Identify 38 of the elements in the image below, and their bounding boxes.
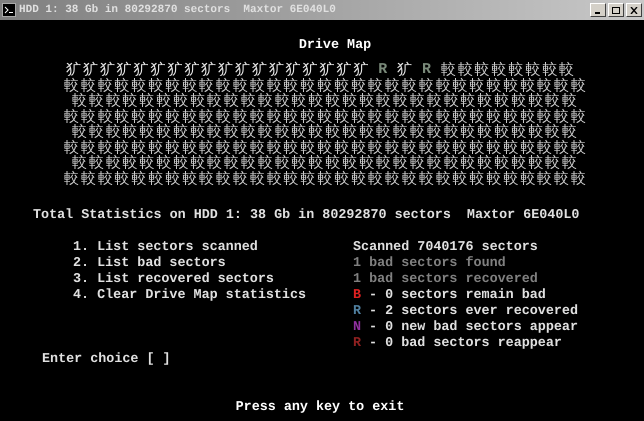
legend-letter: R <box>353 304 362 320</box>
close-button[interactable] <box>626 3 642 17</box>
legend-text: - 0 new bad sectors appear <box>369 320 578 336</box>
menu-option[interactable]: 4. Clear Drive Map statistics <box>73 288 353 304</box>
drive-map-blocks: 較較較較較較較較 <box>440 62 576 78</box>
close-icon <box>630 6 638 14</box>
legend-text: - 2 sectors ever recovered <box>369 304 578 320</box>
window-title: HDD 1: 38 Gb in 80292870 sectors Maxtor 6E040L0 <box>19 2 336 18</box>
drive-map-blocks: 較較較較較較較較較較較較較較較較較較較較較較較較較較較較較較較 <box>64 78 588 93</box>
drive-map-blocks: 較較較較較較較較較較較較較較較較較較較較較較較較較較較較較較較 <box>64 108 588 124</box>
heading: Drive Map <box>298 38 372 54</box>
exit-hint: Press any key to exit <box>236 400 404 416</box>
legend-letter: N <box>353 320 362 336</box>
console-icon <box>2 3 16 17</box>
drive-map-blocks: 犷 <box>397 62 414 78</box>
choice-prompt[interactable]: Enter choice [ ] <box>42 352 353 368</box>
drive-map-blocks: 較較較較較較較較較較較較較較較較較較較較較較較較較較較較較較 <box>72 155 579 170</box>
legend-text: - 0 bad sectors reappear <box>369 336 562 352</box>
legend-text: - 0 sectors remain bad <box>369 288 546 304</box>
drive-map-blocks: 較較較較較較較較較較較較較較較較較較較較較較較較較較較較較較 <box>72 93 579 108</box>
stat-line: Scanned 7040176 sectors <box>353 240 539 256</box>
menu-option[interactable]: 3. List recovered sectors <box>73 272 353 288</box>
drive-map-blocks: 較較較較較較較較較較較較較較較較較較較較較較較較較較較較較較 <box>72 124 579 140</box>
maximize-icon <box>612 6 620 14</box>
drive-map-blocks: 較較較較較較較較較較較較較較較較較較較較較較較較較較較較較較較 <box>64 140 588 155</box>
menu-option[interactable]: 2. List bad sectors <box>73 256 353 272</box>
legend-letter: R <box>353 336 362 352</box>
menu-option[interactable]: 1. List sectors scanned <box>73 240 353 256</box>
recovered-marker: R <box>421 62 434 78</box>
stat-line: 1 bad sectors found <box>353 256 507 272</box>
legend-letter: B <box>353 288 362 304</box>
maximize-button[interactable] <box>608 3 624 17</box>
drive-map-blocks: 犷犷犷犷犷犷犷犷犷犷犷犷犷犷犷犷犷犷 <box>66 62 370 78</box>
minimize-button[interactable] <box>590 3 606 17</box>
drive-map-blocks: 較較較較較較較較較較較較較較較較較較較較較較較較較較較較較較較 <box>64 170 588 186</box>
stat-line: 1 bad sectors recovered <box>353 272 539 288</box>
recovered-marker: R <box>377 62 390 78</box>
total-statistics: Total Statistics on HDD 1: 38 Gb in 80292870 sectors Maxtor 6E040L0 <box>33 208 580 224</box>
